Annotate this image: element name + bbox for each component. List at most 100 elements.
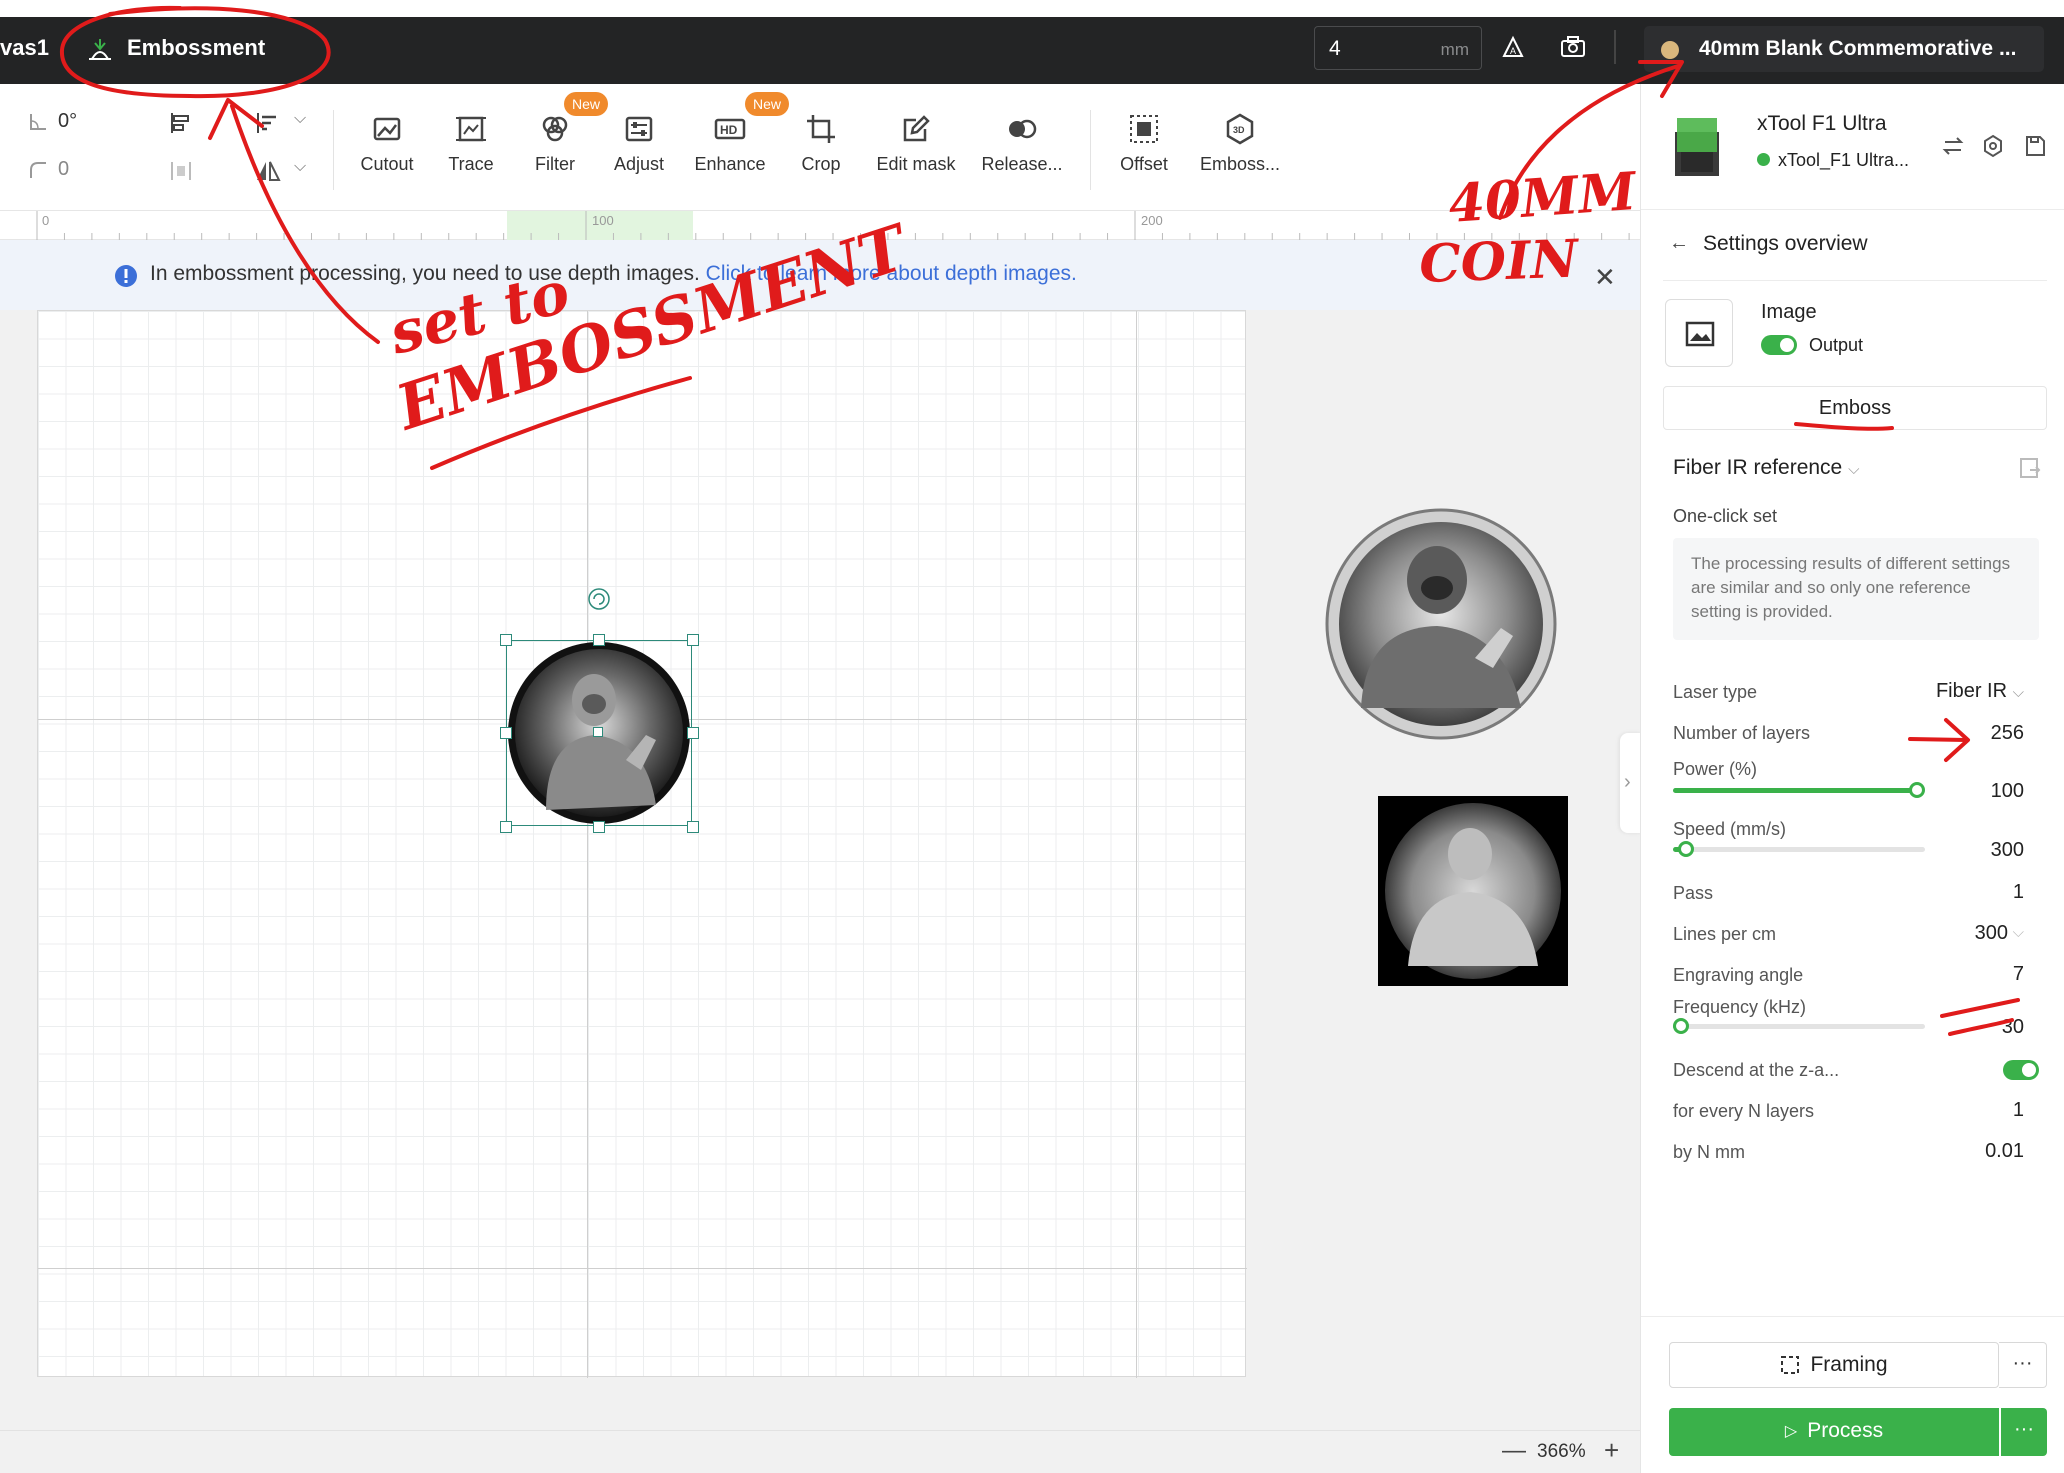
framing-icon — [1781, 1356, 1800, 1374]
horizontal-ruler: 0 100 200 — [0, 210, 1640, 240]
speed-label: Speed (mm/s) — [1673, 819, 1787, 839]
divider — [1641, 1316, 2064, 1317]
machine-settings-icon[interactable] — [1981, 134, 2005, 158]
chevron-down-icon[interactable]: ⌵ — [294, 158, 306, 176]
material-test-icon[interactable]: A — [1498, 32, 1528, 62]
resize-handle[interactable] — [593, 634, 605, 646]
panel-collapse-tab[interactable]: › — [1620, 733, 1642, 833]
divider — [1614, 30, 1616, 64]
camera-icon[interactable] — [1558, 32, 1588, 62]
hd-enhance-icon: HD — [714, 118, 746, 140]
resize-handle[interactable] — [687, 634, 699, 646]
thickness-input[interactable]: 4 mm — [1314, 26, 1482, 70]
zoom-in-button[interactable]: + — [1604, 1435, 1619, 1466]
save-icon[interactable] — [2023, 134, 2047, 158]
canvas-area[interactable]: › — [0, 310, 1642, 1430]
depth-images-link[interactable]: Click to learn more about depth images. — [706, 262, 1077, 285]
lines-per-cm-select[interactable]: 300 — [1975, 922, 2008, 945]
zoom-out-button[interactable]: — — [1502, 1437, 1526, 1465]
slider-knob[interactable] — [1909, 782, 1925, 798]
zoom-level[interactable]: 366% — [1537, 1441, 1586, 1463]
power-label: Power (%) — [1673, 759, 1758, 779]
edit-mask-button[interactable]: Edit mask — [866, 112, 966, 175]
reference-selector[interactable]: Fiber IR reference ⌵ — [1673, 456, 1859, 480]
chevron-down-icon[interactable]: ⌵ — [2013, 924, 2024, 941]
process-more-button[interactable]: ··· — [2001, 1408, 2047, 1456]
pass-input[interactable]: 1 — [2013, 881, 2024, 904]
crop-button[interactable]: Crop — [771, 112, 871, 175]
chevron-down-icon: ⌵ — [1848, 461, 1860, 478]
chevron-down-icon: ⌵ — [2012, 684, 2024, 701]
banner-message: In embossment processing, you need to us… — [150, 262, 1077, 286]
frequency-slider[interactable] — [1673, 1018, 1925, 1034]
slider-fill — [1673, 788, 1917, 793]
speed-slider[interactable] — [1673, 841, 1925, 857]
offset-button[interactable]: Offset — [1094, 112, 1194, 175]
center-handle[interactable] — [593, 727, 603, 737]
reference-label: Fiber IR reference — [1673, 456, 1843, 479]
slider-knob[interactable] — [1678, 841, 1694, 857]
thickness-value[interactable]: 4 — [1329, 37, 1341, 61]
chevron-down-icon[interactable]: ⌵ — [294, 110, 306, 128]
descend-toggle[interactable] — [2003, 1060, 2039, 1080]
emboss-label: Emboss... — [1199, 154, 1281, 174]
every-n-layers-input[interactable]: 1 — [2013, 1099, 2024, 1122]
image-icon — [1685, 321, 1715, 347]
adjust-button[interactable]: Adjust — [589, 112, 689, 175]
workspace-grid[interactable] — [37, 310, 1247, 1378]
tab-emboss[interactable]: Emboss — [1663, 386, 2047, 430]
release-button[interactable]: Release... — [972, 112, 1072, 175]
rotate-handle-icon[interactable] — [587, 587, 611, 611]
rotation-value[interactable]: 0° — [58, 110, 77, 133]
layer-card[interactable]: Image Output — [1663, 280, 2047, 372]
engraving-angle-input[interactable]: 7 — [2013, 963, 2024, 986]
resize-handle[interactable] — [687, 821, 699, 833]
resize-handle[interactable] — [687, 727, 699, 739]
material-selector[interactable]: 40mm Blank Commemorative ... — [1644, 26, 2044, 72]
coin-preview-image — [1325, 508, 1557, 740]
by-n-mm-input[interactable]: 0.01 — [1985, 1140, 2024, 1163]
embossment-icon — [89, 39, 111, 60]
tab-canvas[interactable]: vas1 — [0, 35, 49, 61]
resize-handle[interactable] — [500, 821, 512, 833]
grid-axis — [1136, 311, 1137, 1378]
cutout-icon — [373, 117, 401, 141]
resize-handle[interactable] — [500, 634, 512, 646]
process-button[interactable]: ▷ Process — [1669, 1408, 1999, 1456]
layers-input[interactable]: 256 — [1991, 722, 2024, 745]
crop-icon — [807, 115, 835, 143]
depth-map-preview-image — [1378, 796, 1568, 986]
power-input[interactable]: 100 — [1991, 780, 2024, 803]
enhance-button[interactable]: HD Enhance — [680, 112, 780, 175]
export-params-icon[interactable] — [2018, 456, 2042, 480]
distribute-icon[interactable] — [168, 158, 194, 184]
selected-coin-image[interactable] — [500, 634, 699, 833]
swap-icon[interactable] — [1941, 134, 1965, 158]
top-bar: vas1 Embossment 4 mm A 40mm Blank Commem… — [0, 0, 2064, 84]
one-click-set-label: One-click set — [1673, 506, 1778, 526]
framing-more-button[interactable]: ··· — [1999, 1342, 2047, 1388]
every-n-layers-label: for every N layers — [1673, 1101, 1815, 1121]
power-slider[interactable] — [1673, 782, 1925, 798]
machine-connection[interactable]: xTool_F1 Ultra... — [1757, 150, 1909, 171]
tab-embossment[interactable]: Embossment — [127, 35, 265, 61]
lines-per-cm-label: Lines per cm — [1673, 924, 1777, 944]
resize-handle[interactable] — [500, 727, 512, 739]
speed-input[interactable]: 300 — [1991, 839, 2024, 862]
svg-text:3D: 3D — [1233, 125, 1245, 135]
align-icon[interactable] — [168, 110, 194, 136]
emboss-button[interactable]: 3D Emboss... — [1190, 112, 1290, 175]
back-arrow-icon[interactable]: ← — [1669, 232, 1689, 255]
resize-handle[interactable] — [593, 821, 605, 833]
emboss-tab-label: Emboss — [1818, 397, 1892, 419]
slider-knob[interactable] — [1673, 1018, 1689, 1034]
laser-type-select[interactable]: Fiber IR ⌵ — [1936, 680, 2024, 703]
framing-button[interactable]: Framing — [1669, 1342, 1999, 1388]
corner-radius-value[interactable]: 0 — [58, 158, 69, 181]
arrange-icon[interactable] — [254, 110, 280, 136]
close-icon[interactable]: ✕ — [1594, 262, 1616, 293]
angle-icon — [30, 114, 46, 130]
flip-icon[interactable] — [254, 158, 282, 184]
output-toggle[interactable] — [1761, 335, 1797, 355]
frequency-input[interactable]: 30 — [2002, 1016, 2024, 1039]
